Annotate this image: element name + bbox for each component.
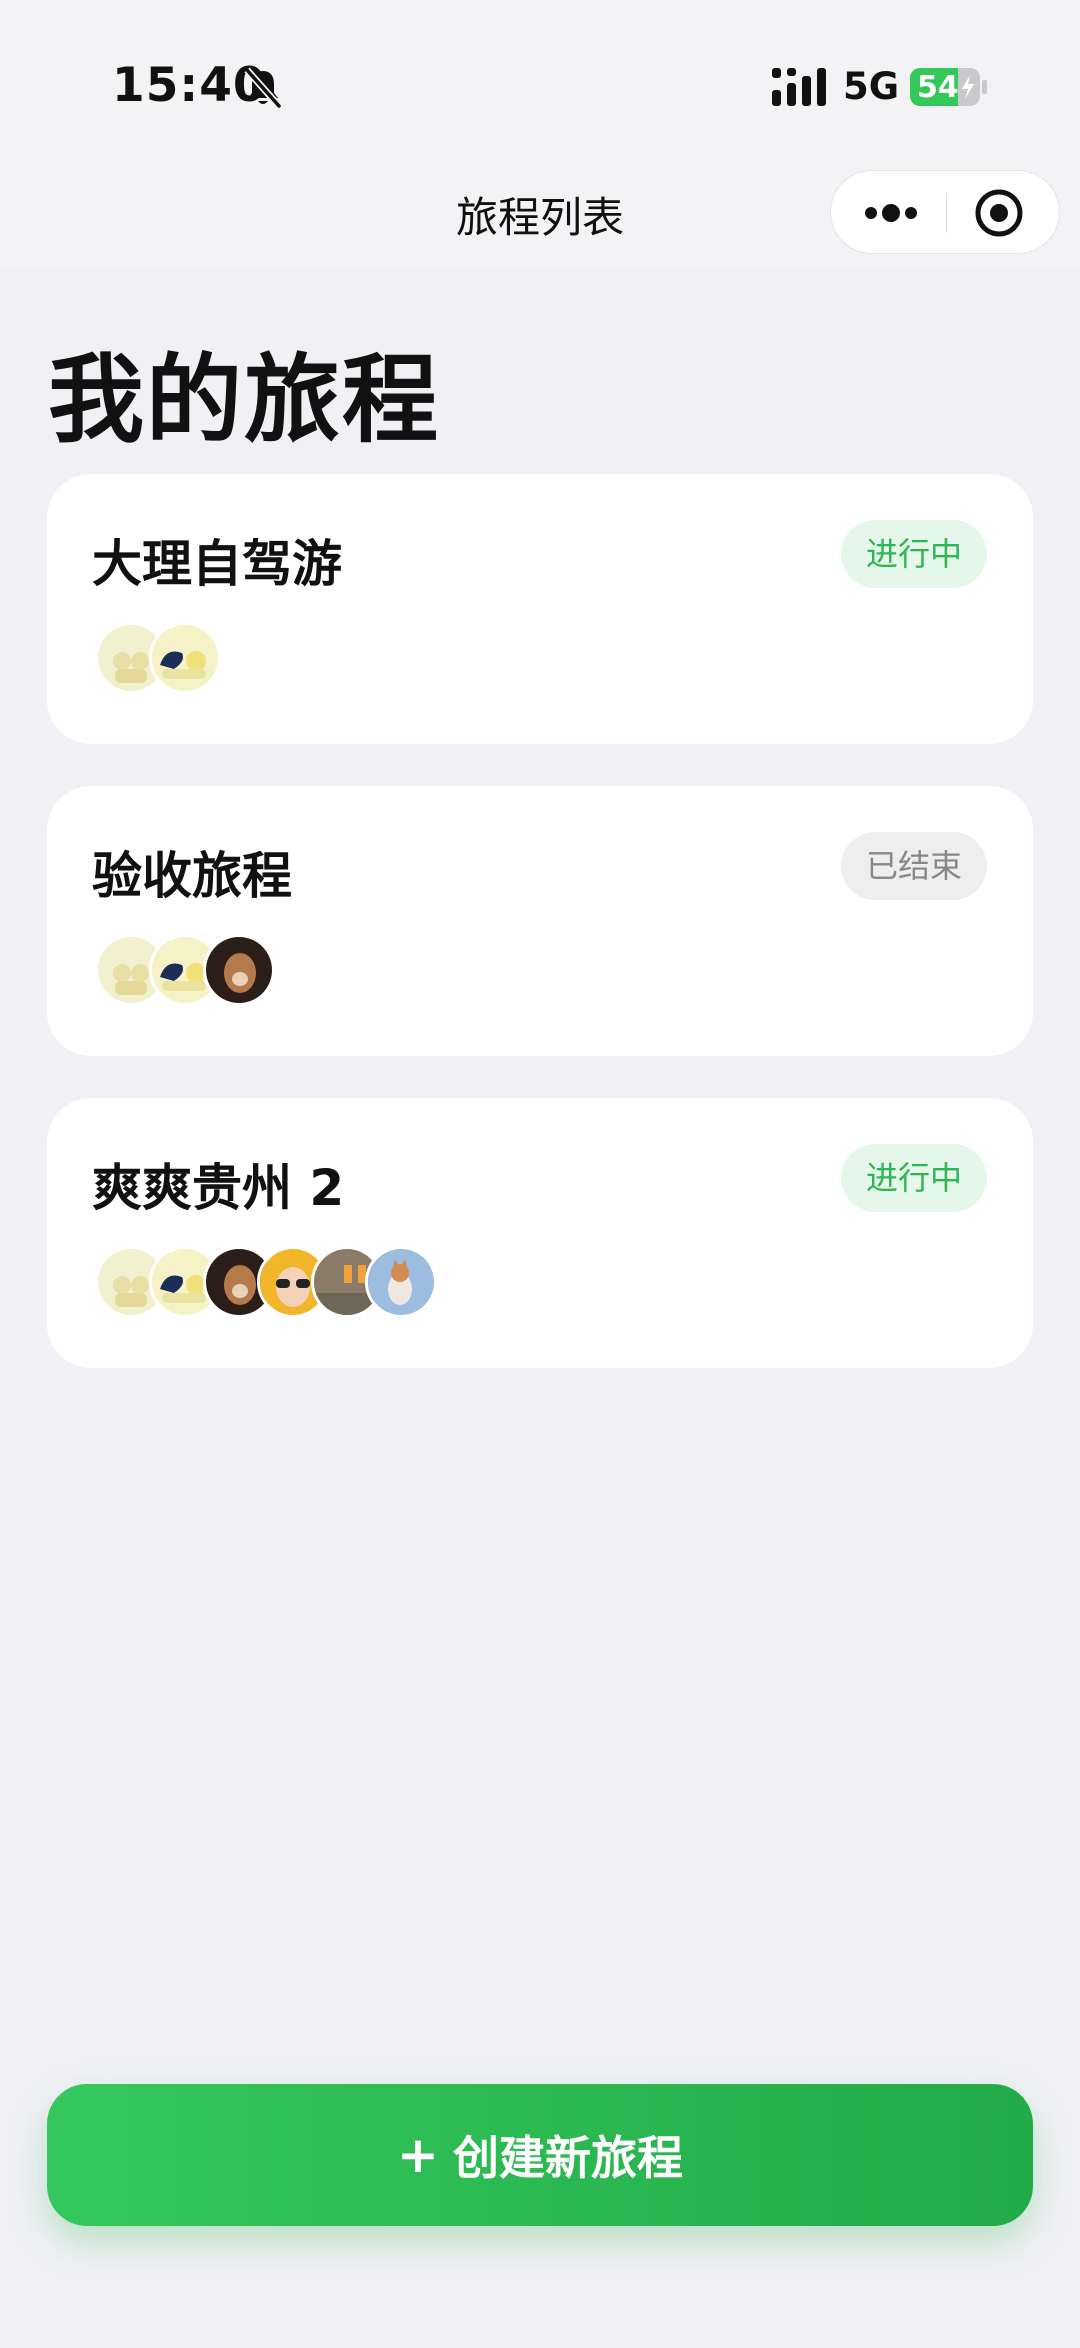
screen: 15:40 5G 54 旅程列表 我的旅程 大理自驾游 进行中 验收旅程 已结束… xyxy=(0,0,1080,2348)
avatar xyxy=(365,1246,437,1318)
trip-name: 爽爽贵州 2 xyxy=(92,1159,345,1217)
status-badge: 进行中 xyxy=(840,520,987,588)
create-trip-label: 创建新旅程 xyxy=(452,2131,683,2185)
trip-name: 验收旅程 xyxy=(92,847,292,905)
avatar xyxy=(149,622,221,694)
battery-percent: 54 xyxy=(917,70,959,105)
mini-program-capsule xyxy=(830,170,1060,254)
trip-card[interactable]: 爽爽贵州 2 进行中 xyxy=(47,1098,1033,1368)
more-icon[interactable] xyxy=(861,193,921,233)
status-bar: 15:40 5G 54 xyxy=(0,0,1080,170)
trip-card[interactable]: 验收旅程 已结束 xyxy=(47,786,1033,1056)
nav-bar: 旅程列表 xyxy=(0,170,1080,270)
member-avatars xyxy=(95,934,275,1006)
plus-icon: + xyxy=(397,2126,439,2184)
close-mini-program-icon[interactable] xyxy=(973,187,1025,239)
member-avatars xyxy=(95,1246,437,1318)
trip-name: 大理自驾游 xyxy=(92,535,342,593)
status-badge: 已结束 xyxy=(840,832,987,900)
member-avatars xyxy=(95,622,221,694)
bell-mute-icon xyxy=(244,67,282,109)
capsule-divider xyxy=(946,193,947,233)
network-type: 5G xyxy=(843,65,900,108)
signal-icon xyxy=(772,68,826,106)
trip-card[interactable]: 大理自驾游 进行中 xyxy=(47,474,1033,744)
create-trip-button[interactable]: + 创建新旅程 xyxy=(47,2084,1033,2226)
avatar xyxy=(203,934,275,1006)
page-title: 我的旅程 xyxy=(48,344,440,456)
status-badge: 进行中 xyxy=(840,1144,987,1212)
